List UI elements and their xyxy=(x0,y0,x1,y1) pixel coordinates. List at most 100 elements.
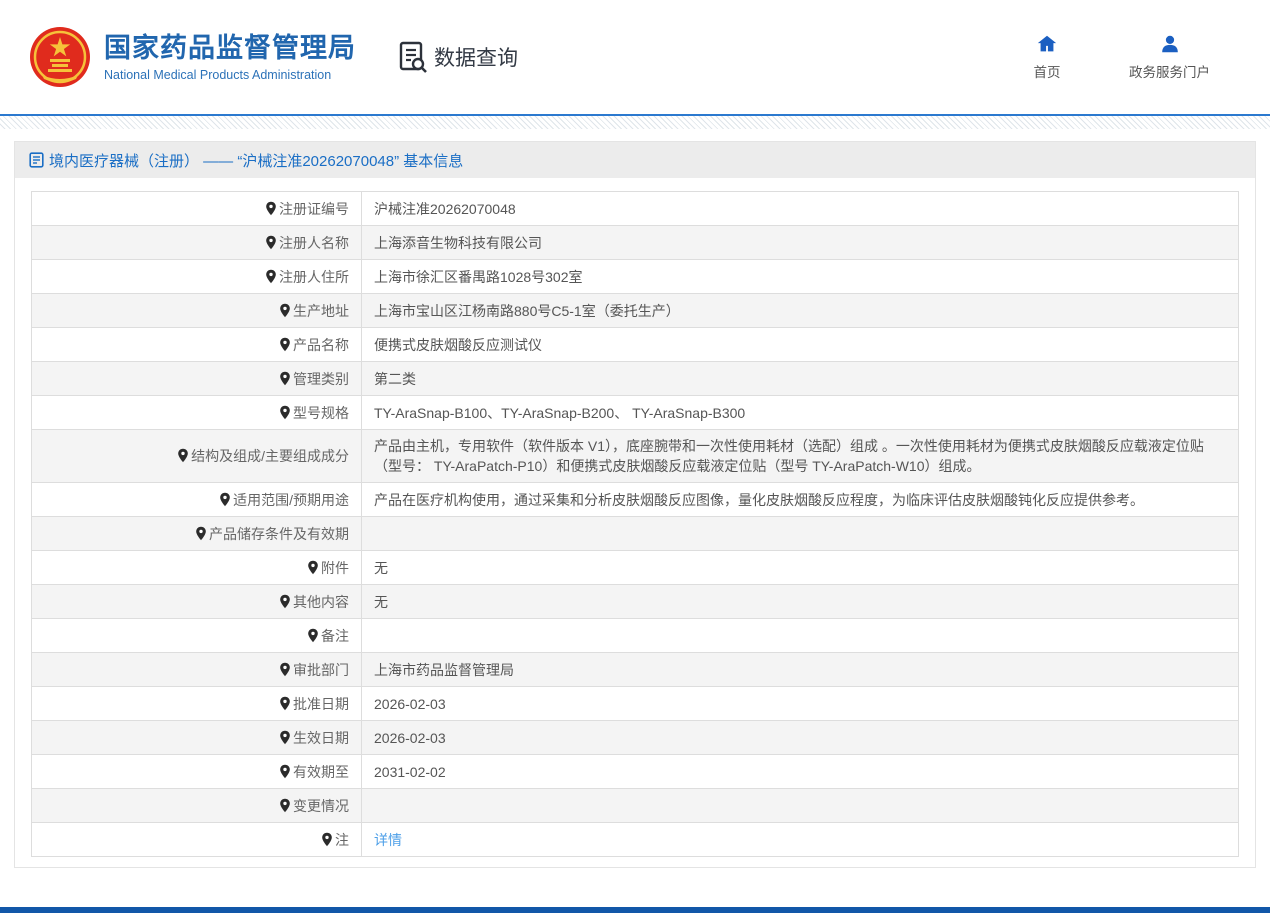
table-row: 产品名称 便携式皮肤烟酸反应测试仪 xyxy=(32,328,1239,362)
map-pin-icon xyxy=(279,798,291,813)
row-label: 产品储存条件及有效期 xyxy=(209,526,349,542)
row-label-cell: 管理类别 xyxy=(32,362,362,396)
table-row: 结构及组成/主要组成成分 产品由主机，专用软件（软件版本 V1），底座腕带和一次… xyxy=(32,430,1239,483)
table-row: 注册人住所 上海市徐汇区番禺路1028号302室 xyxy=(32,260,1239,294)
map-pin-icon xyxy=(265,235,277,250)
org-name-en: National Medical Products Administration xyxy=(104,68,356,82)
map-pin-icon xyxy=(279,303,291,318)
row-label: 生效日期 xyxy=(293,730,349,746)
map-pin-icon xyxy=(279,337,291,352)
map-pin-icon xyxy=(307,628,319,643)
header-nav: 首页 政务服务门户 xyxy=(1023,33,1210,81)
site-header: 国家药品监督管理局 National Medical Products Admi… xyxy=(0,0,1270,116)
table-row: 注 详情 xyxy=(32,823,1239,857)
nmpa-brand[interactable]: 国家药品监督管理局 National Medical Products Admi… xyxy=(28,25,356,89)
map-pin-icon xyxy=(279,371,291,386)
table-row: 生产地址 上海市宝山区江杨南路880号C5-1室（委托生产） xyxy=(32,294,1239,328)
row-value-cell: 上海市徐汇区番禺路1028号302室 xyxy=(362,260,1239,294)
home-icon xyxy=(1036,33,1058,55)
content-container: 境内医疗器械（注册） —— “沪械注准20262070048” 基本信息 注册证… xyxy=(14,141,1256,868)
row-value-cell xyxy=(362,789,1239,823)
row-value-cell: 详情 xyxy=(362,823,1239,857)
document-search-icon xyxy=(398,41,428,73)
row-label-cell: 产品储存条件及有效期 xyxy=(32,517,362,551)
org-name-cn: 国家药品监督管理局 xyxy=(104,32,356,64)
nav-home[interactable]: 首页 xyxy=(1023,33,1071,81)
map-pin-icon xyxy=(195,526,207,541)
map-pin-icon xyxy=(265,201,277,216)
row-label-cell: 备注 xyxy=(32,619,362,653)
row-value-cell xyxy=(362,619,1239,653)
row-label: 适用范围/预期用途 xyxy=(233,492,349,508)
row-label: 注册人住所 xyxy=(279,269,349,285)
registration-info-table: 注册证编号 沪械注准20262070048 注册人名称 上海添音生物科技有限公司… xyxy=(31,191,1239,857)
row-value-cell: 上海市药品监督管理局 xyxy=(362,653,1239,687)
row-value-cell xyxy=(362,517,1239,551)
row-label-cell: 注册人名称 xyxy=(32,226,362,260)
row-label-cell: 产品名称 xyxy=(32,328,362,362)
table-row: 附件 无 xyxy=(32,551,1239,585)
row-label-cell: 审批部门 xyxy=(32,653,362,687)
table-row: 注册证编号 沪械注准20262070048 xyxy=(32,192,1239,226)
row-value-cell: 产品由主机，专用软件（软件版本 V1），底座腕带和一次性使用耗材（选配）组成 。… xyxy=(362,430,1239,483)
info-table-body: 注册证编号 沪械注准20262070048 注册人名称 上海添音生物科技有限公司… xyxy=(32,192,1239,857)
detail-link[interactable]: 详情 xyxy=(374,832,402,848)
row-label-cell: 生产地址 xyxy=(32,294,362,328)
row-value-cell: 便携式皮肤烟酸反应测试仪 xyxy=(362,328,1239,362)
row-label-cell: 生效日期 xyxy=(32,721,362,755)
row-label: 型号规格 xyxy=(293,405,349,421)
document-icon xyxy=(29,152,44,168)
row-label-cell: 变更情况 xyxy=(32,789,362,823)
row-label-cell: 适用范围/预期用途 xyxy=(32,483,362,517)
row-value-cell: TY-AraSnap-B100、TY-AraSnap-B200、 TY-AraS… xyxy=(362,396,1239,430)
row-label-cell: 注 xyxy=(32,823,362,857)
row-label-cell: 附件 xyxy=(32,551,362,585)
row-value-cell: 沪械注准20262070048 xyxy=(362,192,1239,226)
table-row: 其他内容 无 xyxy=(32,585,1239,619)
section-title: 境内医疗器械（注册） —— “沪械注准20262070048” 基本信息 xyxy=(49,150,463,171)
row-label: 管理类别 xyxy=(293,371,349,387)
row-label: 结构及组成/主要组成成分 xyxy=(191,448,349,464)
row-label-cell: 型号规格 xyxy=(32,396,362,430)
row-label: 有效期至 xyxy=(293,764,349,780)
china-emblem-logo xyxy=(28,25,92,89)
map-pin-icon xyxy=(279,730,291,745)
nav-portal[interactable]: 政务服务门户 xyxy=(1129,33,1210,81)
table-row: 有效期至 2031-02-02 xyxy=(32,755,1239,789)
row-label-cell: 结构及组成/主要组成成分 xyxy=(32,430,362,483)
map-pin-icon xyxy=(307,560,319,575)
nav-portal-label: 政务服务门户 xyxy=(1129,61,1210,81)
data-query-label: 数据查询 xyxy=(434,42,518,72)
map-pin-icon xyxy=(279,764,291,779)
row-value-cell: 第二类 xyxy=(362,362,1239,396)
row-label: 产品名称 xyxy=(293,337,349,353)
row-label: 备注 xyxy=(321,628,349,644)
nav-home-label: 首页 xyxy=(1034,61,1061,81)
row-label-cell: 批准日期 xyxy=(32,687,362,721)
row-label-cell: 注册证编号 xyxy=(32,192,362,226)
row-value-cell: 无 xyxy=(362,551,1239,585)
table-row: 适用范围/预期用途 产品在医疗机构使用，通过采集和分析皮肤烟酸反应图像，量化皮肤… xyxy=(32,483,1239,517)
row-label: 注册证编号 xyxy=(279,201,349,217)
map-pin-icon xyxy=(279,594,291,609)
row-label: 其他内容 xyxy=(293,594,349,610)
row-label: 审批部门 xyxy=(293,662,349,678)
row-value-cell: 2031-02-02 xyxy=(362,755,1239,789)
table-row: 注册人名称 上海添音生物科技有限公司 xyxy=(32,226,1239,260)
row-value-cell: 上海添音生物科技有限公司 xyxy=(362,226,1239,260)
map-pin-icon xyxy=(279,662,291,677)
row-label: 注 xyxy=(335,832,349,848)
row-label: 生产地址 xyxy=(293,303,349,319)
page: 国家药品监督管理局 National Medical Products Admi… xyxy=(0,0,1270,868)
table-row: 审批部门 上海市药品监督管理局 xyxy=(32,653,1239,687)
data-query-title[interactable]: 数据查询 xyxy=(398,41,518,73)
map-pin-icon xyxy=(279,696,291,711)
table-row: 变更情况 xyxy=(32,789,1239,823)
row-label: 变更情况 xyxy=(293,798,349,814)
map-pin-icon xyxy=(279,405,291,420)
row-label-cell: 其他内容 xyxy=(32,585,362,619)
hatched-divider xyxy=(0,116,1270,129)
map-pin-icon xyxy=(219,492,231,507)
row-value-cell: 无 xyxy=(362,585,1239,619)
row-value-cell: 产品在医疗机构使用，通过采集和分析皮肤烟酸反应图像，量化皮肤烟酸反应程度，为临床… xyxy=(362,483,1239,517)
